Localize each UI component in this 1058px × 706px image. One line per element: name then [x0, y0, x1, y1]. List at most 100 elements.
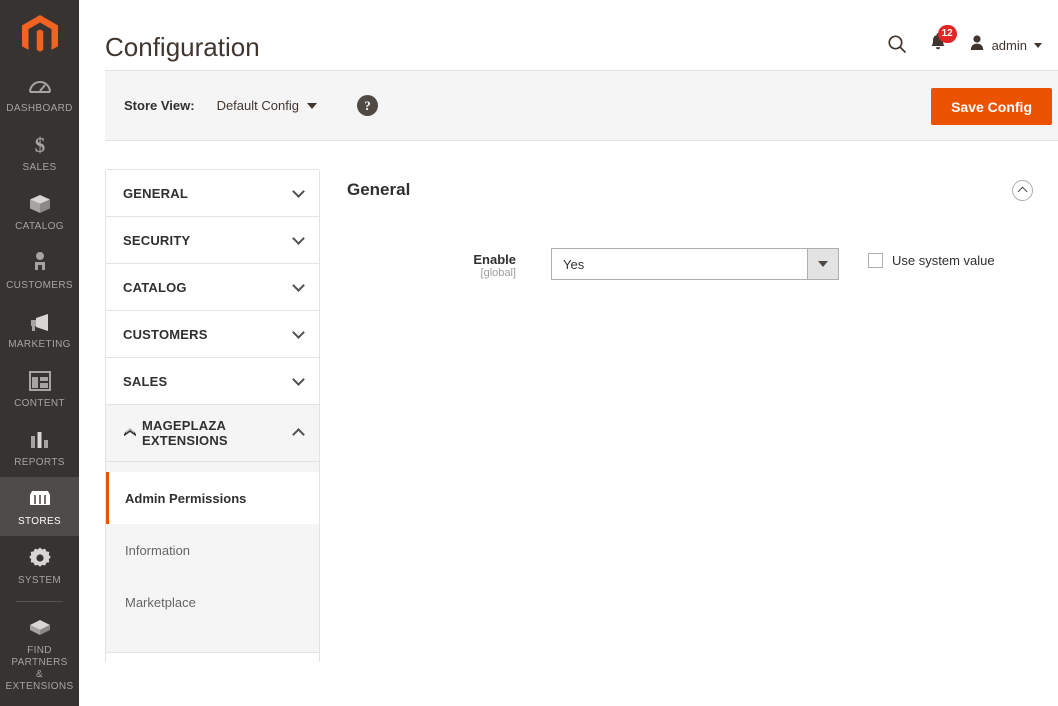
config-section-label: GENERAL	[123, 186, 188, 201]
config-nav-panel: GENERAL SECURITY CATALOG CUSTOMERS SALES	[105, 170, 320, 662]
sidebar-item-label: CATALOG	[15, 221, 64, 233]
config-section-customers[interactable]: CUSTOMERS	[106, 310, 319, 358]
sidebar-item-customers[interactable]: CUSTOMERS	[0, 241, 79, 300]
storefront-icon	[27, 486, 53, 512]
sidebar-item-system[interactable]: SYSTEM	[0, 536, 79, 595]
config-section-sales[interactable]: SALES	[106, 357, 319, 405]
sidebar-item-label: FIND PARTNERS & EXTENSIONS	[2, 645, 77, 693]
sidebar-item-sales[interactable]: $ SALES	[0, 123, 79, 182]
general-section-header: General	[347, 170, 1050, 210]
box-icon	[28, 191, 52, 217]
dollar-icon: $	[31, 132, 49, 158]
config-subitem-label: Admin Permissions	[125, 491, 246, 506]
sidebar-item-content[interactable]: CONTENT	[0, 359, 79, 418]
config-section-label: CUSTOMERS	[123, 327, 208, 342]
admin-page: DASHBOARD $ SALES CATALOG	[0, 0, 1058, 706]
config-subitem-information[interactable]: Information	[106, 524, 319, 576]
chevron-down-icon	[292, 279, 305, 292]
config-submenu: Admin Permissions Information Marketplac…	[106, 462, 319, 652]
admin-sidebar: DASHBOARD $ SALES CATALOG	[0, 0, 79, 706]
config-nav-tail	[106, 652, 319, 662]
magento-logo-icon	[21, 15, 59, 57]
store-view-label: Store View:	[124, 98, 195, 113]
chevron-down-icon	[307, 103, 317, 109]
config-subitem-label: Marketplace	[125, 595, 196, 610]
page-title: Configuration	[105, 32, 260, 70]
sidebar-item-reports[interactable]: REPORTS	[0, 418, 79, 477]
chevron-down-icon	[292, 326, 305, 339]
svg-text:$: $	[34, 133, 45, 157]
field-scope-text: [global]	[347, 267, 516, 280]
sidebar-item-label: CUSTOMERS	[6, 280, 73, 292]
chevron-up-circle-icon[interactable]	[1012, 180, 1033, 201]
config-section-label-line-2: EXTENSIONS	[142, 433, 228, 448]
config-section-label: SALES	[123, 374, 167, 389]
main-content-area: Configuration	[79, 0, 1058, 706]
chevron-down-icon	[292, 373, 305, 386]
mageplaza-arch-icon	[123, 427, 137, 440]
checkbox-box[interactable]	[868, 253, 883, 268]
person-icon	[32, 250, 48, 276]
sidebar-item-stores[interactable]: STORES	[0, 477, 79, 536]
enable-select-value: Yes	[552, 257, 584, 272]
store-view-switcher[interactable]: Default Config	[217, 98, 317, 113]
config-subitem-marketplace[interactable]: Marketplace	[106, 576, 319, 628]
find-partners-line-2: & EXTENSIONS	[6, 669, 74, 692]
notifications-button[interactable]: 12	[929, 33, 947, 58]
question-mark-icon[interactable]: ?	[357, 95, 378, 116]
admin-user-name: admin	[992, 38, 1027, 53]
sidebar-item-label: SYSTEM	[18, 575, 61, 587]
extensions-icon	[27, 615, 53, 641]
config-section-label: SECURITY	[123, 233, 190, 248]
megaphone-icon	[27, 309, 53, 335]
config-section-security[interactable]: SECURITY	[106, 216, 319, 264]
field-label-text: Enable	[347, 252, 516, 267]
sidebar-item-label: SALES	[23, 162, 57, 174]
config-section-general[interactable]: GENERAL	[106, 169, 319, 217]
search-button[interactable]	[887, 34, 907, 57]
save-config-button[interactable]: Save Config	[931, 88, 1052, 125]
admin-user-menu[interactable]: admin	[969, 34, 1042, 57]
sidebar-item-catalog[interactable]: CATALOG	[0, 182, 79, 241]
sidebar-divider	[16, 601, 63, 602]
search-icon	[887, 34, 907, 57]
sidebar-item-marketing[interactable]: MARKETING	[0, 300, 79, 359]
section-title: General	[347, 180, 410, 200]
use-system-value-label: Use system value	[892, 253, 995, 268]
page-header: Configuration	[79, 0, 1058, 70]
notification-count-badge: 12	[938, 25, 957, 43]
config-subitem-label: Information	[125, 543, 190, 558]
config-section-catalog[interactable]: CATALOG	[106, 263, 319, 311]
use-system-value-checkbox[interactable]: Use system value	[868, 248, 995, 268]
chevron-up-glyph	[1018, 187, 1028, 197]
store-view-value: Default Config	[217, 98, 299, 113]
dashboard-icon	[28, 73, 52, 99]
header-tools: 12 admin	[887, 33, 1058, 70]
chevron-down-icon	[292, 185, 305, 198]
sidebar-item-label: DASHBOARD	[6, 103, 73, 115]
config-subitem-admin-permissions[interactable]: Admin Permissions	[106, 472, 319, 524]
magento-logo[interactable]	[0, 8, 79, 64]
user-icon	[969, 34, 985, 57]
chevron-down-icon	[1034, 43, 1042, 48]
sidebar-item-label: REPORTS	[14, 457, 65, 469]
config-content-panel: General Enable [global] Yes	[320, 170, 1058, 662]
config-section-mageplaza-extensions[interactable]: MAGEPLAZA EXTENSIONS	[106, 404, 319, 462]
config-body: GENERAL SECURITY CATALOG CUSTOMERS SALES	[79, 141, 1058, 662]
sidebar-item-label: STORES	[18, 516, 61, 528]
chevron-down-icon[interactable]	[807, 249, 838, 279]
enable-field-row: Enable [global] Yes Use system value	[347, 248, 1050, 280]
enable-select[interactable]: Yes	[551, 248, 839, 280]
store-view-bar: Store View: Default Config ? Save Config	[105, 70, 1058, 141]
chevron-down-icon	[292, 232, 305, 245]
bar-chart-icon	[28, 427, 52, 453]
config-section-label: CATALOG	[123, 280, 187, 295]
chevron-up-icon	[292, 428, 305, 441]
find-partners-line-1: FIND PARTNERS	[11, 645, 67, 668]
layout-icon	[28, 368, 52, 394]
sidebar-item-find-partners-extensions[interactable]: FIND PARTNERS & EXTENSIONS	[0, 606, 79, 701]
sidebar-item-label: CONTENT	[14, 398, 65, 410]
sidebar-item-label: MARKETING	[8, 339, 71, 351]
sidebar-item-dashboard[interactable]: DASHBOARD	[0, 64, 79, 123]
config-section-label-line-1: MAGEPLAZA	[142, 418, 226, 433]
